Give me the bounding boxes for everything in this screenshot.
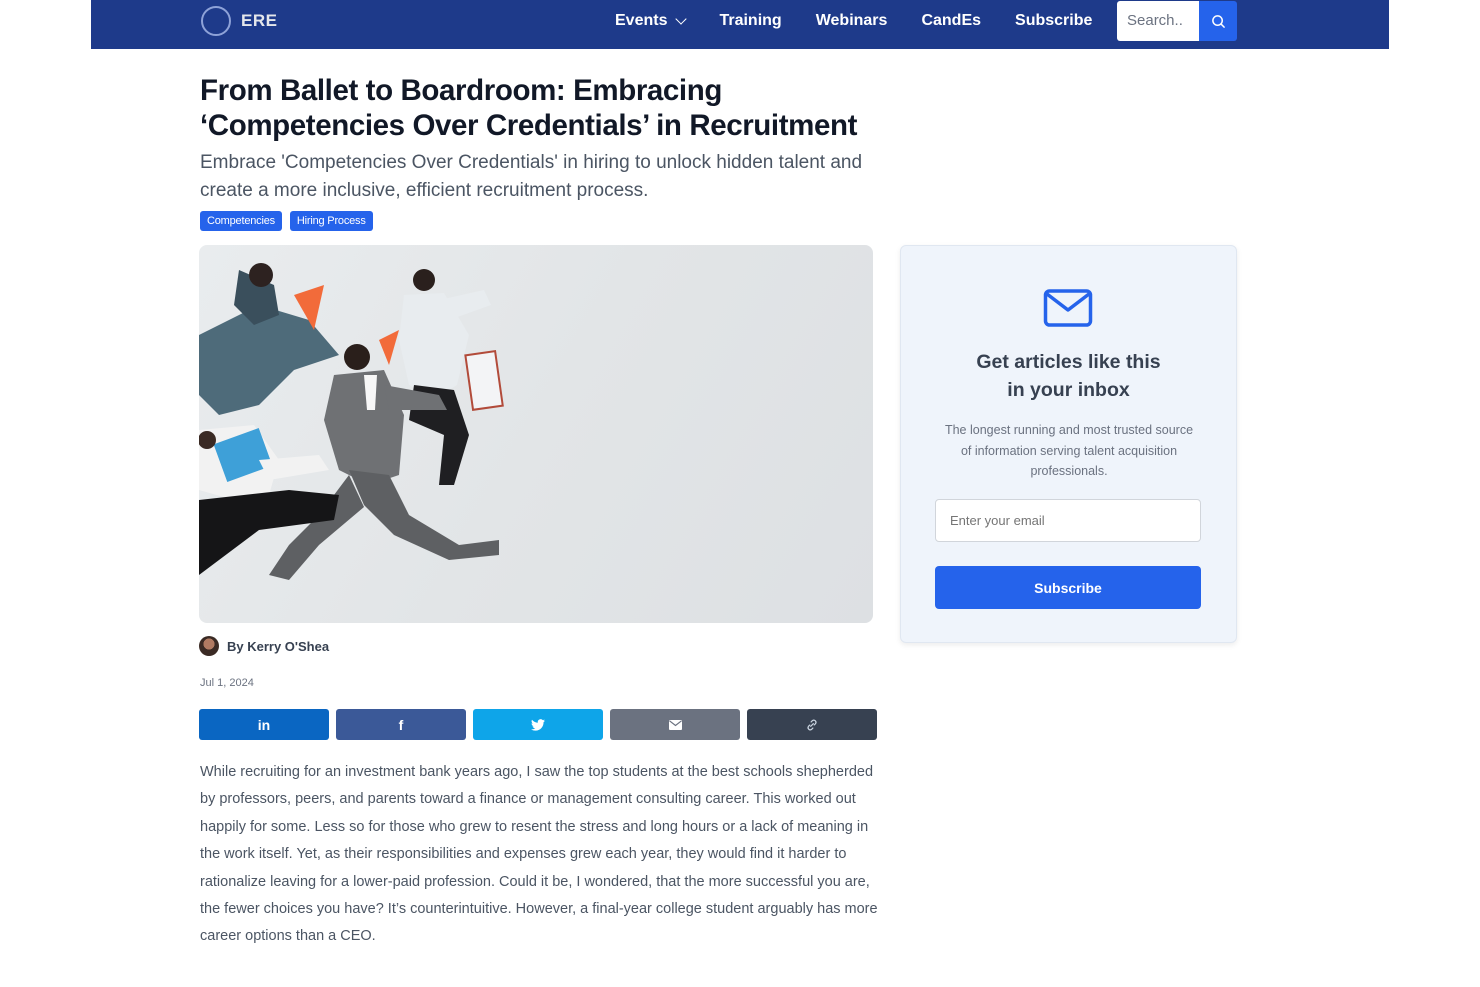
newsletter-title: Get articles like this in your inbox <box>901 348 1236 404</box>
nav-link-candes[interactable]: CandEs <box>921 12 981 30</box>
facebook-icon: f <box>398 716 404 733</box>
newsletter-subscribe-button[interactable]: Subscribe <box>935 566 1201 609</box>
newsletter-signup-card: Get articles like this in your inbox The… <box>900 245 1237 643</box>
newsletter-title-line1: Get articles like this <box>976 351 1161 373</box>
nav-link-events-label: Events <box>615 12 668 29</box>
article-subtitle: Embrace 'Competencies Over Credentials' … <box>200 152 863 201</box>
nav-link-training[interactable]: Training <box>719 12 781 30</box>
newsletter-title-line2: in your inbox <box>1007 379 1130 401</box>
site-logo[interactable]: ERE <box>201 6 277 36</box>
email-field[interactable] <box>935 499 1201 542</box>
publish-date: Jul 1, 2024 <box>200 677 254 689</box>
logo-ring-icon <box>201 6 231 36</box>
hero-image <box>199 245 873 623</box>
chevron-down-icon <box>675 13 688 25</box>
tag-competencies[interactable]: Competencies <box>200 211 282 231</box>
share-twitter-button[interactable] <box>473 709 603 740</box>
tag-hiring-process[interactable]: Hiring Process <box>289 211 373 231</box>
link-icon <box>807 719 817 730</box>
share-bar: in f <box>199 709 877 740</box>
top-navbar: ERE Events Training Webinars CandEs Subs… <box>91 0 1389 49</box>
author-byline[interactable]: By Kerry O'Shea <box>199 636 329 656</box>
article-body: While recruiting for an investment bank … <box>200 764 878 945</box>
share-email-button[interactable] <box>610 709 740 740</box>
share-linkedin-button[interactable]: in <box>199 709 329 740</box>
logo-text: ERE <box>241 11 278 30</box>
newsletter-description: The longest running and most trusted sou… <box>944 423 1194 478</box>
search-icon <box>1211 14 1225 28</box>
search-input[interactable]: Search.. <box>1117 1 1199 41</box>
avatar <box>199 636 219 656</box>
nav-link-subscribe[interactable]: Subscribe <box>1015 12 1092 30</box>
envelope-icon <box>668 719 682 730</box>
nav-link-webinars[interactable]: Webinars <box>816 12 888 30</box>
search-button[interactable] <box>1199 1 1237 41</box>
article-tags: Competencies Hiring Process <box>200 211 373 231</box>
linkedin-icon: in <box>257 716 271 733</box>
envelope-icon <box>1043 289 1093 327</box>
nav-link-events[interactable]: Events <box>615 12 688 30</box>
author-name: By Kerry O'Shea <box>227 638 330 654</box>
leaping-business-people-illustration <box>199 263 504 580</box>
article-title: From Ballet to Boardroom: Embracing ‘Com… <box>200 74 858 142</box>
copy-link-button[interactable] <box>747 709 877 740</box>
nav-links: Events Training Webinars CandEs Subscrib… <box>615 0 1092 42</box>
twitter-icon <box>531 718 545 731</box>
share-facebook-button[interactable]: f <box>336 709 466 740</box>
